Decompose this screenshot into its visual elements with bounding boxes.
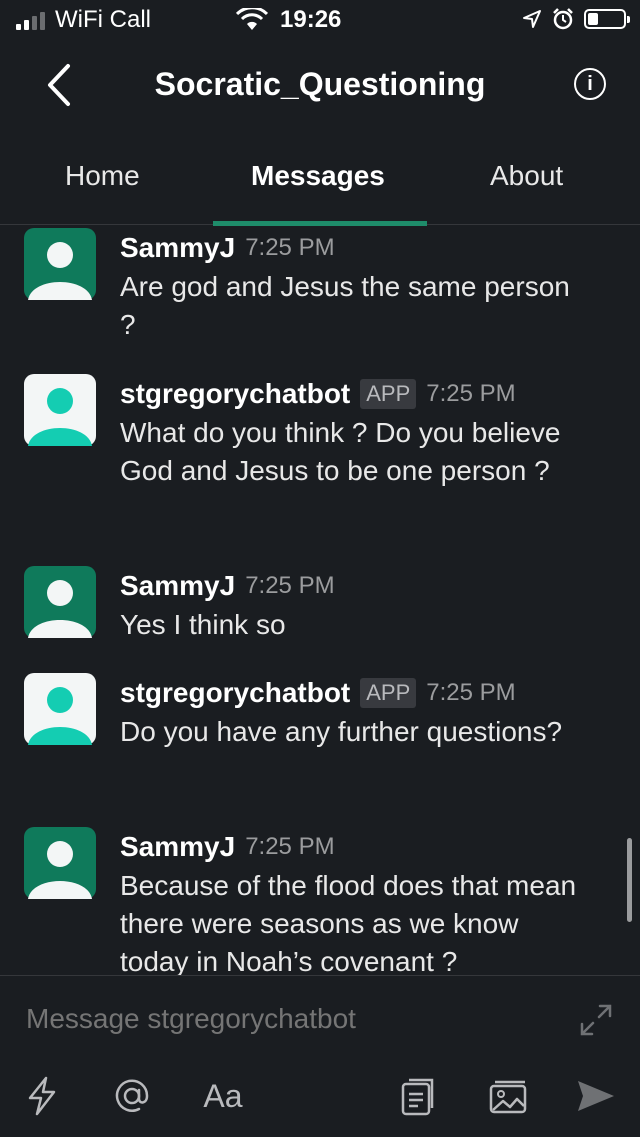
message-meta: SammyJ 7:25 PM	[120, 228, 590, 268]
info-icon[interactable]: i	[574, 68, 606, 100]
channel-title: Socratic_Questioning	[154, 66, 486, 102]
message-text: Because of the flood does that mean ther…	[120, 870, 577, 975]
status-left: WiFi Call	[16, 6, 151, 34]
shortcut-bolt-icon	[28, 1076, 56, 1116]
tab-home[interactable]: Home	[65, 160, 140, 192]
message-text: Yes I think so	[120, 609, 286, 640]
tab-messages[interactable]: Messages	[251, 160, 385, 192]
mention-button[interactable]	[110, 1074, 154, 1118]
message-meta: stgregorychatbot APP 7:25 PM	[120, 374, 590, 414]
wifi-icon	[236, 8, 268, 30]
message-body: SammyJ 7:25 PM Are god and Jesus the sam…	[120, 228, 590, 344]
attach-file-button[interactable]	[398, 1074, 438, 1118]
send-button[interactable]	[576, 1074, 616, 1118]
shortcut-button[interactable]	[24, 1074, 60, 1118]
author-name[interactable]: stgregorychatbot	[120, 677, 350, 709]
battery-icon	[584, 9, 630, 29]
scrollbar[interactable]	[627, 838, 632, 922]
message-meta: SammyJ 7:25 PM	[120, 566, 590, 606]
message-body: SammyJ 7:25 PM Because of the flood does…	[120, 827, 590, 975]
message-meta: stgregorychatbot APP 7:25 PM	[120, 673, 590, 713]
message-composer: Aa	[0, 975, 640, 1137]
message-time: 7:25 PM	[245, 572, 335, 599]
message-body: SammyJ 7:25 PM Yes I think so	[120, 566, 590, 644]
user-avatar-icon	[28, 580, 92, 638]
message-body: stgregorychatbot APP 7:25 PM What do you…	[120, 374, 590, 490]
format-text-button[interactable]: Aa	[198, 1074, 248, 1118]
message-time: 7:25 PM	[245, 833, 335, 860]
bot-avatar-icon	[28, 687, 92, 745]
expand-icon[interactable]	[578, 1002, 614, 1038]
clock: 19:26	[280, 6, 342, 33]
status-right	[522, 8, 630, 30]
signal-icon	[16, 10, 45, 30]
author-name[interactable]: stgregorychatbot	[120, 378, 350, 410]
message-time: 7:25 PM	[426, 380, 516, 407]
tab-bar: Home Messages About	[0, 140, 640, 226]
status-bar: WiFi Call 19:26	[0, 0, 640, 40]
alarm-icon	[553, 8, 573, 30]
message-body: stgregorychatbot APP 7:25 PM Do you have…	[120, 673, 590, 751]
message-text: Do you have any further questions?	[120, 716, 563, 747]
avatar[interactable]	[24, 827, 96, 899]
user-avatar-icon	[28, 841, 92, 899]
avatar[interactable]	[24, 566, 96, 638]
message-list[interactable]: SammyJ 7:25 PM Are god and Jesus the sam…	[0, 225, 640, 975]
message-time: 7:25 PM	[245, 234, 335, 261]
channel-header: Socratic_Questioning i	[0, 44, 640, 128]
carrier-label: WiFi Call	[55, 6, 151, 33]
tab-about[interactable]: About	[490, 160, 563, 192]
message-text: Are god and Jesus the same person ?	[120, 271, 570, 340]
message-meta: SammyJ 7:25 PM	[120, 827, 590, 867]
photo-icon	[489, 1080, 527, 1114]
attach-file-icon	[401, 1078, 434, 1116]
avatar[interactable]	[24, 374, 96, 446]
message-text: What do you think ? Do you believe God a…	[120, 417, 561, 486]
photo-button[interactable]	[486, 1074, 530, 1118]
author-name[interactable]: SammyJ	[120, 570, 235, 602]
user-avatar-icon	[28, 242, 92, 300]
send-icon	[578, 1081, 614, 1111]
avatar[interactable]	[24, 228, 96, 300]
location-icon	[523, 10, 541, 28]
message-input[interactable]	[24, 998, 568, 1040]
app-badge: APP	[360, 379, 417, 409]
status-center: 19:26	[236, 6, 341, 34]
avatar[interactable]	[24, 673, 96, 745]
bot-avatar-icon	[28, 388, 92, 446]
mention-icon	[115, 1079, 149, 1112]
app-badge: APP	[360, 678, 417, 708]
author-name[interactable]: SammyJ	[120, 831, 235, 863]
author-name[interactable]: SammyJ	[120, 232, 235, 264]
message-time: 7:25 PM	[426, 679, 516, 706]
